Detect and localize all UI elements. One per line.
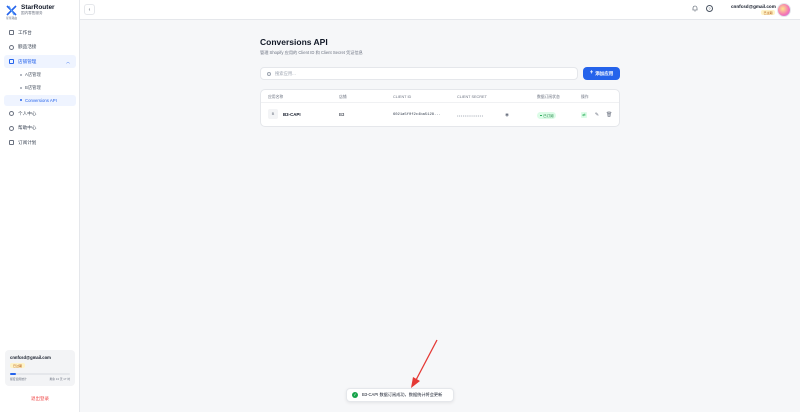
usage-label: 额度使用统计 xyxy=(10,376,27,381)
product-icon xyxy=(9,44,14,50)
sidebar-item-subscription[interactable]: 订阅计划 xyxy=(4,136,76,149)
sidebar-item-label: 额品活接 xyxy=(18,44,37,49)
search-icon xyxy=(267,71,271,76)
usage-progress-bar xyxy=(10,372,70,375)
app-icon: B xyxy=(268,109,278,119)
brand-small-text: 星星路由 xyxy=(6,16,18,20)
client-secret: •••••••••••••• xyxy=(457,113,484,118)
app-name: B3-CAPI xyxy=(283,112,301,117)
toast-message: B3-CAPI 数据订阅成功，数据统计将会更新 xyxy=(362,392,443,397)
column-header-app-name: 应用名称 xyxy=(268,95,284,99)
sidebar-item-label: 帮助中心 xyxy=(18,125,37,130)
sidebar-item-label: 店铺管理 xyxy=(18,58,37,64)
sidebar-subitem-b-store[interactable]: B店管理 xyxy=(4,82,76,93)
collapse-sidebar-button[interactable]: ‹ xyxy=(84,4,95,15)
search-input[interactable] xyxy=(275,71,565,76)
add-app-label: 添加应用 xyxy=(595,70,614,76)
brand-name: StarRouter xyxy=(21,4,55,11)
sidebar-item-profile[interactable]: 个人中心 xyxy=(4,107,76,120)
user-card: cnnfcsd@gmail.com 已过期 额度使用统计 剩余 13 天 17 … xyxy=(5,350,75,386)
sidebar: StarRouter 国内零售服务 星星路由 工作台 额品活接 店铺管理 ︿ A… xyxy=(0,0,80,412)
top-bar: ‹ ? cnnfcsd@gmail.com 已过期 xyxy=(80,0,800,20)
delete-icon[interactable]: 🗑 xyxy=(606,112,612,118)
apps-table: 应用名称 店铺 CLIENT ID CLIENT SECRET 数据订阅状态 操… xyxy=(260,89,620,127)
bullet-icon xyxy=(20,86,22,89)
chevron-up-icon: ︿ xyxy=(66,59,70,64)
store-icon xyxy=(9,59,14,64)
status-badge: 已订阅 xyxy=(537,112,557,119)
sidebar-subitem-label: B店管理 xyxy=(25,84,41,90)
sidebar-item-help[interactable]: 帮助中心 xyxy=(4,122,76,135)
annotation-arrow xyxy=(411,339,438,388)
column-header-store: 店铺 xyxy=(339,95,347,99)
edit-icon[interactable]: ✎ xyxy=(594,112,600,118)
plan-badge: 已过期 xyxy=(760,10,775,15)
subscription-icon xyxy=(9,140,14,145)
table-header: 应用名称 店铺 CLIENT ID CLIENT SECRET 数据订阅状态 操… xyxy=(261,90,619,103)
client-id: 6021a5f0f2c4ba5128... xyxy=(393,113,441,117)
sidebar-nav: 工作台 额品活接 店铺管理 ︿ A店管理 B店管理 Conversions AP… xyxy=(4,26,76,151)
sidebar-subitem-conversions-api[interactable]: Conversions API xyxy=(4,94,76,106)
column-header-client-secret: CLIENT SECRET xyxy=(457,95,487,99)
add-app-button[interactable]: + 添加应用 xyxy=(583,67,620,80)
sidebar-item-label: 个人中心 xyxy=(18,110,37,116)
column-header-client-id: CLIENT ID xyxy=(393,95,412,99)
avatar[interactable] xyxy=(777,3,791,17)
sidebar-item-label: 订阅计划 xyxy=(18,139,37,145)
sidebar-item-label: 工作台 xyxy=(18,29,32,35)
column-header-status: 数据订阅状态 xyxy=(537,95,560,99)
sidebar-subitem-a-store[interactable]: A店管理 xyxy=(4,70,76,81)
sync-icon[interactable]: ⇄ xyxy=(581,112,587,118)
store-name: B3 xyxy=(339,112,345,117)
plan-badge: 已过期 xyxy=(10,363,26,368)
bullet-icon xyxy=(20,99,22,101)
eye-icon[interactable]: ◉ xyxy=(505,112,509,118)
check-circle-icon: ✓ xyxy=(352,392,358,398)
dashboard-icon xyxy=(9,30,14,35)
sidebar-item-store-management[interactable]: 店铺管理 ︿ xyxy=(4,55,76,68)
chevron-left-icon: ‹ xyxy=(88,6,91,13)
plus-icon: + xyxy=(589,70,594,76)
user-icon xyxy=(9,111,14,116)
sidebar-item-products[interactable]: 额品活接 xyxy=(4,41,76,54)
search-box xyxy=(260,67,578,80)
help-icon[interactable]: ? xyxy=(706,5,713,12)
logout-button[interactable]: 退出登录 xyxy=(0,396,80,402)
bell-icon[interactable] xyxy=(692,5,698,14)
help-icon xyxy=(9,125,14,131)
status-label: 已订阅 xyxy=(543,114,554,118)
status-dot-icon xyxy=(540,114,542,117)
success-toast: ✓ B3-CAPI 数据订阅成功，数据统计将会更新 xyxy=(346,388,454,402)
remaining-time: 剩余 13 天 17 时 xyxy=(49,376,70,381)
page-subtitle: 管理 Shopify 应用的 Client ID 和 Client Secret… xyxy=(260,50,363,55)
user-menu[interactable]: cnnfcsd@gmail.com 已过期 xyxy=(731,4,776,16)
sidebar-subitem-label: A店管理 xyxy=(25,72,41,77)
brand-subtitle: 国内零售服务 xyxy=(21,11,43,15)
sidebar-subitem-label: Conversions API xyxy=(25,97,57,103)
usage-progress-fill xyxy=(10,372,16,375)
brand[interactable]: StarRouter 国内零售服务 xyxy=(6,4,55,16)
bullet-icon xyxy=(20,74,22,76)
user-email: cnnfcsd@gmail.com xyxy=(731,4,776,9)
brand-logo-icon xyxy=(6,4,17,16)
sidebar-item-workbench[interactable]: 工作台 xyxy=(4,26,76,39)
column-header-actions: 操作 xyxy=(581,95,589,99)
user-card-email: cnnfcsd@gmail.com xyxy=(10,355,51,360)
page-title: Conversions API xyxy=(260,37,328,47)
